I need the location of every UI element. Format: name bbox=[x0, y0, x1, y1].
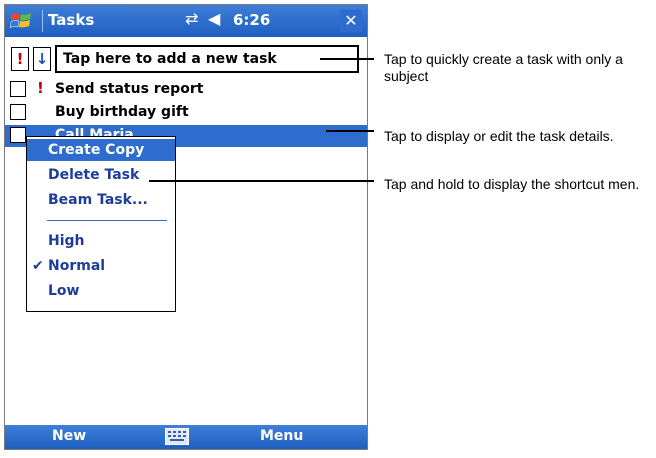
menu-item-delete-task[interactable]: Delete Task bbox=[27, 164, 175, 186]
task-checkbox[interactable] bbox=[10, 81, 26, 97]
callout-line-entry bbox=[320, 58, 374, 60]
app-title: Tasks bbox=[48, 11, 95, 29]
new-task-input[interactable]: Tap here to add a new task bbox=[55, 45, 359, 73]
menu-item-high[interactable]: High bbox=[27, 230, 175, 252]
new-softkey[interactable]: New bbox=[52, 428, 86, 444]
menu-item-beam-task[interactable]: Beam Task... bbox=[27, 189, 175, 211]
callout-line-details bbox=[326, 130, 374, 132]
priority-high-button[interactable]: ! bbox=[11, 47, 29, 71]
task-checkbox[interactable] bbox=[10, 104, 26, 120]
callout-text-entry: Tap to quickly create a task with only a… bbox=[384, 51, 623, 84]
task-subject: Send status report bbox=[55, 81, 204, 97]
entry-bar: ! ↓ Tap here to add a new task bbox=[7, 45, 363, 73]
keyboard-icon[interactable] bbox=[165, 428, 189, 445]
menu-softkey[interactable]: Menu bbox=[260, 428, 303, 444]
windows-start-icon[interactable] bbox=[9, 9, 35, 33]
high-priority-icon: ! bbox=[37, 79, 44, 97]
volume-icon[interactable]: ◀ bbox=[208, 9, 220, 28]
task-row[interactable]: Buy birthday gift bbox=[5, 102, 367, 124]
menu-item-label: Normal bbox=[48, 258, 106, 274]
close-button[interactable]: ✕ bbox=[340, 10, 362, 32]
title-separator bbox=[42, 10, 43, 32]
close-icon: ✕ bbox=[344, 11, 358, 30]
priority-low-button[interactable]: ↓ bbox=[33, 47, 51, 71]
menu-divider bbox=[47, 220, 167, 221]
title-bar: Tasks ⇄ ◀ 6:26 ✕ bbox=[5, 5, 367, 37]
menu-item-create-copy[interactable]: Create Copy bbox=[27, 139, 175, 161]
task-row[interactable]: ! Send status report bbox=[5, 79, 367, 101]
callout-text-details: Tap to display or edit the task details. bbox=[384, 128, 614, 144]
menu-item-normal[interactable]: ✔ Normal bbox=[27, 255, 175, 277]
callout-line-shortcut bbox=[149, 180, 374, 182]
checkmark-icon: ✔ bbox=[32, 258, 44, 274]
clock[interactable]: 6:26 bbox=[233, 11, 270, 29]
callout-text-shortcut: Tap and hold to display the shortcut men… bbox=[384, 176, 640, 192]
task-subject: Buy birthday gift bbox=[55, 104, 189, 120]
connectivity-icon[interactable]: ⇄ bbox=[185, 9, 198, 28]
pocket-pc-screen: Tasks ⇄ ◀ 6:26 ✕ ! ↓ Tap here to add a n… bbox=[4, 4, 368, 450]
menu-bar: New Menu bbox=[5, 425, 367, 449]
task-context-menu: Create Copy Delete Task Beam Task... Hig… bbox=[26, 136, 176, 312]
task-checkbox[interactable] bbox=[10, 127, 26, 143]
menu-item-low[interactable]: Low bbox=[27, 280, 175, 302]
